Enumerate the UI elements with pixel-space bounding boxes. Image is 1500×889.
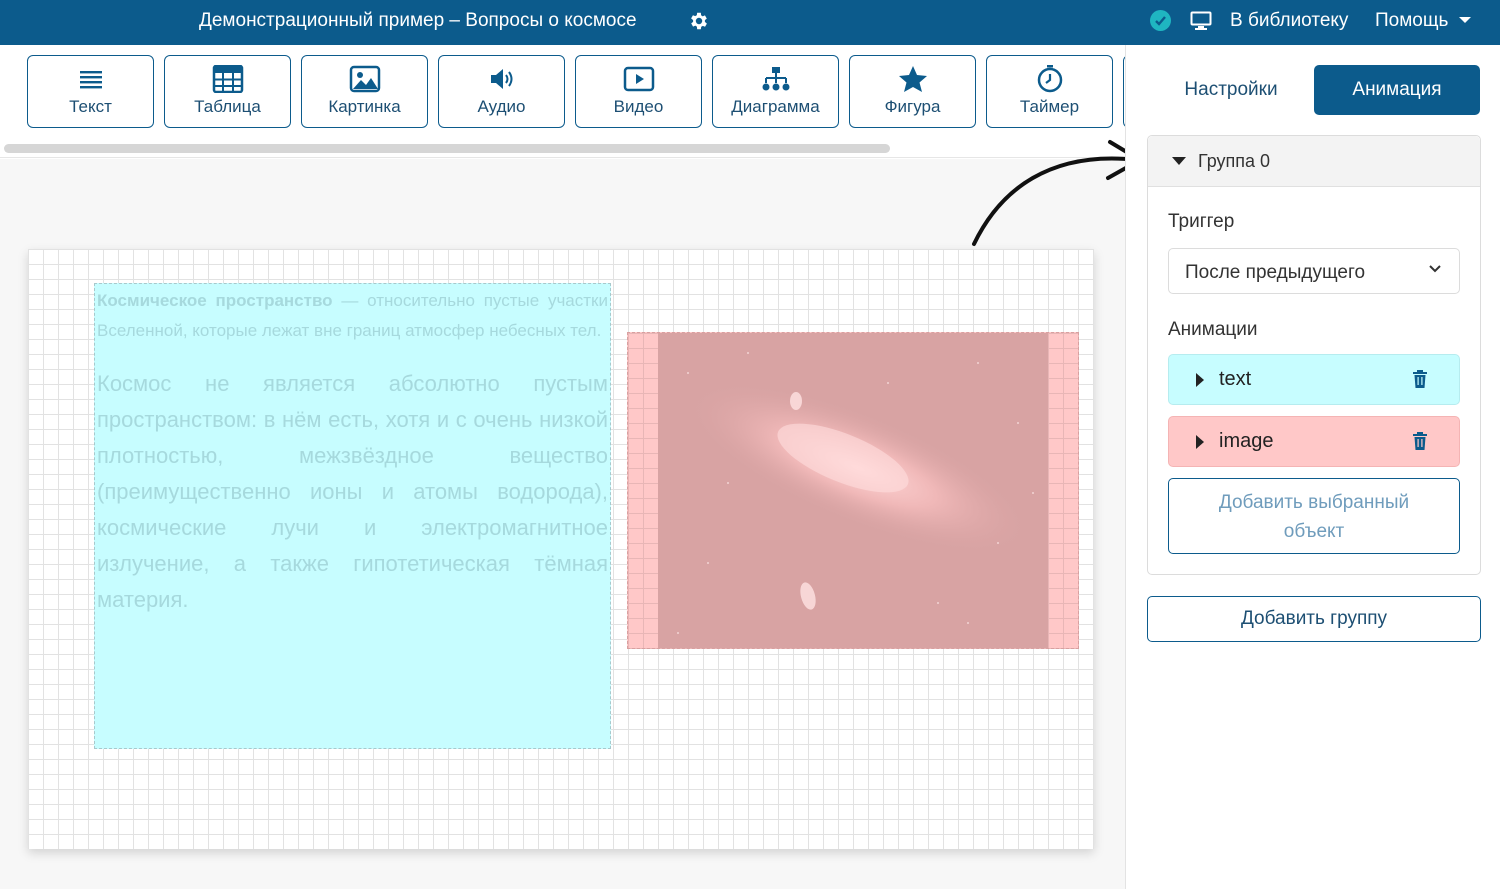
add-selected-object-button[interactable]: Добавить выбранный объект bbox=[1168, 478, 1460, 554]
tool-text-button[interactable]: Текст bbox=[27, 55, 154, 128]
tool-video-button[interactable]: Видео bbox=[575, 55, 702, 128]
image-icon bbox=[349, 65, 380, 93]
annotation-arrow bbox=[972, 140, 1142, 246]
table-icon bbox=[212, 65, 243, 93]
add-selected-line-1: Добавить выбранный bbox=[1218, 492, 1410, 513]
text-block[interactable]: Космическое пространство — относительно … bbox=[94, 283, 611, 749]
video-play-icon bbox=[623, 66, 654, 92]
animation-item-label: text bbox=[1219, 368, 1252, 390]
editor-workspace: Космическое пространство — относительно … bbox=[0, 140, 1142, 889]
gear-icon[interactable] bbox=[688, 10, 710, 32]
tool-shape-button[interactable]: Фигура bbox=[849, 55, 976, 128]
animation-group-card: Группа 0 Триггер После предыдущего Анима… bbox=[1147, 135, 1481, 575]
animation-item-label: image bbox=[1219, 430, 1274, 452]
toolbar-scrollbar[interactable] bbox=[4, 144, 890, 153]
add-selected-line-2: объект bbox=[1283, 521, 1345, 542]
trigger-select[interactable]: После предыдущего bbox=[1168, 248, 1460, 294]
group-header[interactable]: Группа 0 bbox=[1148, 136, 1480, 187]
trash-icon[interactable] bbox=[1412, 432, 1428, 450]
animation-item-image[interactable]: image bbox=[1168, 416, 1460, 467]
help-menu[interactable]: Помощь bbox=[1375, 10, 1448, 32]
animations-label: Анимации bbox=[1168, 319, 1258, 340]
caret-right-icon[interactable] bbox=[1196, 435, 1204, 449]
tool-label: Картинка bbox=[328, 97, 401, 116]
tool-label: Видео bbox=[613, 97, 664, 116]
tool-label: Текст bbox=[69, 97, 112, 116]
tool-table-button[interactable]: Таблица bbox=[164, 55, 291, 128]
caret-down-icon[interactable] bbox=[1172, 157, 1186, 165]
text-paragraph-2: Космос не является абсолютно пустым прос… bbox=[97, 371, 608, 612]
tool-audio-button[interactable]: Аудио bbox=[438, 55, 565, 128]
slide-canvas[interactable]: Космическое пространство — относительно … bbox=[28, 249, 1094, 849]
tool-diagram-button[interactable]: Диаграмма bbox=[712, 55, 839, 128]
tool-timer-button[interactable]: Таймер bbox=[986, 55, 1113, 128]
tool-label: Диаграмма bbox=[731, 97, 820, 116]
tool-image-button[interactable]: Картинка bbox=[301, 55, 428, 128]
check-circle-icon bbox=[1150, 10, 1171, 31]
stopwatch-icon bbox=[1037, 65, 1062, 93]
trigger-label: Триггер bbox=[1168, 211, 1235, 232]
image-block[interactable] bbox=[627, 332, 1079, 649]
hierarchy-icon bbox=[762, 67, 789, 91]
top-bar: Демонстрационный пример – Вопросы о косм… bbox=[0, 0, 1500, 45]
tool-label: Таймер bbox=[1019, 97, 1080, 116]
animation-item-text[interactable]: text bbox=[1168, 354, 1460, 405]
trigger-select-value: После предыдущего bbox=[1185, 262, 1366, 283]
galaxy-image bbox=[658, 333, 1048, 648]
tab-animation[interactable]: Анимация bbox=[1314, 65, 1480, 115]
library-link[interactable]: В библиотеку bbox=[1230, 10, 1348, 32]
text-lines-icon bbox=[79, 71, 102, 89]
group-title: Группа 0 bbox=[1198, 151, 1271, 171]
document-title[interactable]: Демонстрационный пример – Вопросы о косм… bbox=[199, 10, 637, 32]
chevron-down-icon bbox=[1429, 265, 1441, 273]
trash-icon[interactable] bbox=[1412, 370, 1428, 388]
caret-down-icon[interactable] bbox=[1459, 17, 1471, 23]
animation-panel: Настройки Анимация Группа 0 Триггер Посл… bbox=[1125, 45, 1500, 889]
text-bold-term: Космическое пространство bbox=[97, 291, 333, 310]
tool-label: Фигура bbox=[884, 97, 941, 116]
tool-label: Таблица bbox=[194, 97, 261, 116]
add-group-button[interactable]: Добавить группу bbox=[1147, 596, 1481, 642]
monitor-icon[interactable] bbox=[1190, 11, 1212, 31]
tool-label: Аудио bbox=[477, 97, 526, 116]
caret-right-icon[interactable] bbox=[1196, 373, 1204, 387]
insert-toolbar: Текст Таблица Картинка Аудио Видео Диагр… bbox=[0, 45, 1125, 158]
tab-settings[interactable]: Настройки bbox=[1166, 65, 1296, 115]
star-icon bbox=[898, 66, 927, 92]
speaker-icon bbox=[490, 69, 512, 89]
text-paragraph-1: Космическое пространство — относительно … bbox=[97, 286, 608, 346]
